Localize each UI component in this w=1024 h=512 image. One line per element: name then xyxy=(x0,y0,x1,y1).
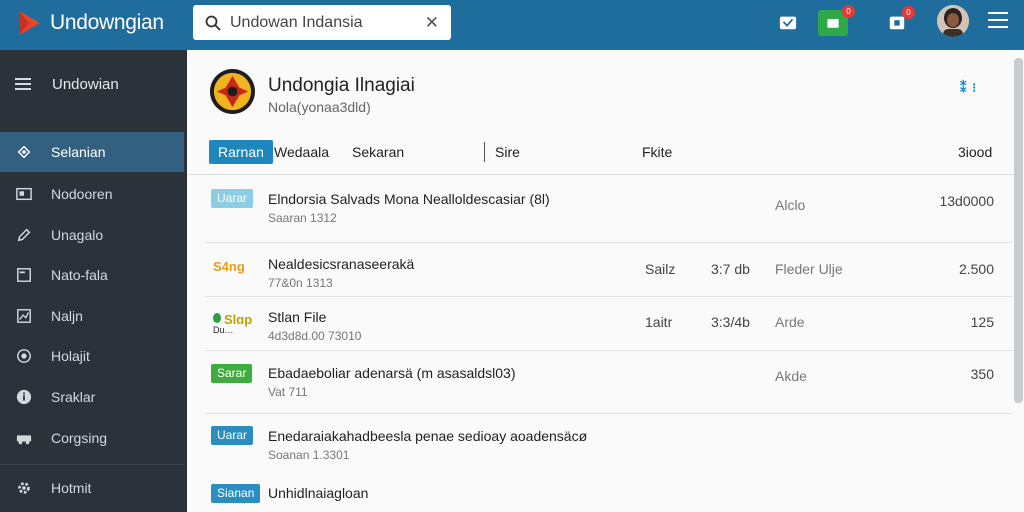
image-icon xyxy=(15,185,33,203)
sidebar-item-holajit[interactable]: Holajit xyxy=(0,336,184,376)
row-divider xyxy=(205,296,1013,297)
network-icon xyxy=(15,143,33,161)
row-divider xyxy=(205,350,1013,351)
tab-divider xyxy=(484,142,485,162)
more-icon[interactable]: ⁑ ⁝ xyxy=(960,80,977,96)
clear-search-icon[interactable]: ✕ xyxy=(425,13,439,33)
sidebar-item-label: Nodooren xyxy=(51,186,113,202)
play-logo-icon xyxy=(19,11,40,35)
notifications-icon[interactable]: 0 xyxy=(886,6,915,33)
sidebar-item-naljn[interactable]: Naljn xyxy=(0,296,184,336)
row-title: Enedaraiakahadbeesla penae sedioay aoade… xyxy=(268,428,588,444)
row-duration: 3:7 db xyxy=(711,261,750,277)
search-input[interactable]: Undowan Indansia xyxy=(230,14,425,32)
top-bar: Undowngian Undowan Indansia ✕ 0 0 xyxy=(0,0,1024,50)
notifications-badge: 0 xyxy=(902,6,915,19)
row-title: Ebadaeboliar adenarsä (m asasaldsl03) xyxy=(268,365,516,381)
column-header-3iood[interactable]: 3iood xyxy=(958,140,992,164)
row-subtitle: Soanan 1.3301 xyxy=(268,448,350,462)
document-icon xyxy=(15,266,33,284)
car-icon xyxy=(15,429,33,447)
row-duration: 3:3/4b xyxy=(711,314,750,330)
tab-sekaran[interactable]: Sekaran xyxy=(352,140,404,164)
row-type: Arde xyxy=(775,314,805,330)
page-subtitle: Nola(yonaa3dld) xyxy=(268,99,371,115)
row-type: Akde xyxy=(775,368,807,384)
sidebar-item-label: Corgsing xyxy=(51,430,108,446)
emblem-logo xyxy=(209,68,256,115)
row-type: Fleder Ulje xyxy=(775,261,843,277)
search-icon xyxy=(205,15,221,31)
chart-icon xyxy=(15,307,33,325)
row-subtitle: Saaran 1312 xyxy=(268,211,337,225)
app-logo[interactable]: Undowngian xyxy=(16,9,164,37)
row-title: Nealdesicsranaseerakä xyxy=(268,256,415,272)
tab-rarnan[interactable]: Rarnan xyxy=(209,140,273,164)
row-tag: Sianan xyxy=(211,484,261,503)
menu-icon[interactable] xyxy=(988,12,1008,28)
row-subtitle: 77&0n 1313 xyxy=(268,276,333,290)
row-tag-note: Du… xyxy=(213,325,234,335)
row-divider xyxy=(205,413,1013,414)
column-header-sire[interactable]: Sire xyxy=(495,140,520,164)
sidebar-item-label: Naljn xyxy=(51,308,83,324)
sidebar-item-sraklar[interactable]: Sraklar xyxy=(0,377,184,417)
sidebar-item-label: Holajit xyxy=(51,348,90,364)
app-name: Undowngian xyxy=(50,11,164,34)
page-title: Undongia Ilnagiai xyxy=(268,75,415,96)
sidebar-item-unagalo[interactable]: Unagalo xyxy=(0,215,184,255)
sidebar-item-label: Hotmit xyxy=(51,480,92,496)
row-value: 125 xyxy=(970,314,994,330)
scrollbar[interactable] xyxy=(1014,58,1023,403)
tab-wedaala[interactable]: Wedaala xyxy=(274,140,329,164)
row-value: 13d0000 xyxy=(939,193,994,209)
row-tag: S4ng xyxy=(213,259,245,274)
messages-badge: 0 xyxy=(842,5,855,18)
row-title: Unhidlnaiagloan xyxy=(268,485,369,501)
sidebar-divider xyxy=(0,464,184,465)
row-value: 350 xyxy=(970,366,994,382)
inbox-check-icon[interactable] xyxy=(777,11,799,33)
status-dot-icon xyxy=(213,313,221,323)
sidebar: Undowian Selanian Nodooren Unagalo Nato-… xyxy=(0,50,187,512)
sidebar-header[interactable]: Undowian xyxy=(0,66,187,102)
sidebar-item-label: Unagalo xyxy=(51,227,104,243)
row-tag: Uarar xyxy=(211,189,254,208)
row-size: Sailz xyxy=(645,261,676,277)
row-title: Stlan File xyxy=(268,309,327,325)
row-subtitle: Vat 711 xyxy=(268,385,308,399)
gear-icon xyxy=(15,479,33,497)
sidebar-item-hotmit[interactable]: Hotmit xyxy=(0,468,184,508)
column-header-fkite[interactable]: Fkite xyxy=(642,140,672,164)
sidebar-menu-icon[interactable] xyxy=(15,75,31,93)
row-divider xyxy=(205,242,1013,243)
row-size: 1aitr xyxy=(645,314,673,330)
row-value: 2.500 xyxy=(958,261,994,277)
search-box[interactable]: Undowan Indansia ✕ xyxy=(193,5,451,40)
messages-icon[interactable]: 0 xyxy=(818,5,855,36)
sidebar-header-label: Undowian xyxy=(52,75,119,93)
sidebar-item-selanian[interactable]: Selanian xyxy=(0,132,184,172)
info-icon xyxy=(15,388,33,406)
pencil-icon xyxy=(15,226,33,244)
row-tag: Uarar xyxy=(211,426,254,445)
sidebar-item-label: Nato-fala xyxy=(51,267,108,283)
user-avatar[interactable] xyxy=(937,5,969,37)
sidebar-item-nodooren[interactable]: Nodooren xyxy=(0,174,184,214)
row-subtitle: 4d3d8d.00 73010 xyxy=(268,329,362,343)
row-title: Elndorsia Salvads Mona Nealloldescasiar … xyxy=(268,191,550,207)
sidebar-item-corgsing[interactable]: Corgsing xyxy=(0,418,184,458)
sidebar-item-label: Selanian xyxy=(51,144,106,160)
badge-icon xyxy=(15,347,33,365)
row-tag: Sarar xyxy=(211,364,253,383)
sidebar-item-nato-fala[interactable]: Nato-fala xyxy=(0,255,184,295)
row-type: Alclo xyxy=(775,197,806,213)
sidebar-item-label: Sraklar xyxy=(51,389,96,405)
